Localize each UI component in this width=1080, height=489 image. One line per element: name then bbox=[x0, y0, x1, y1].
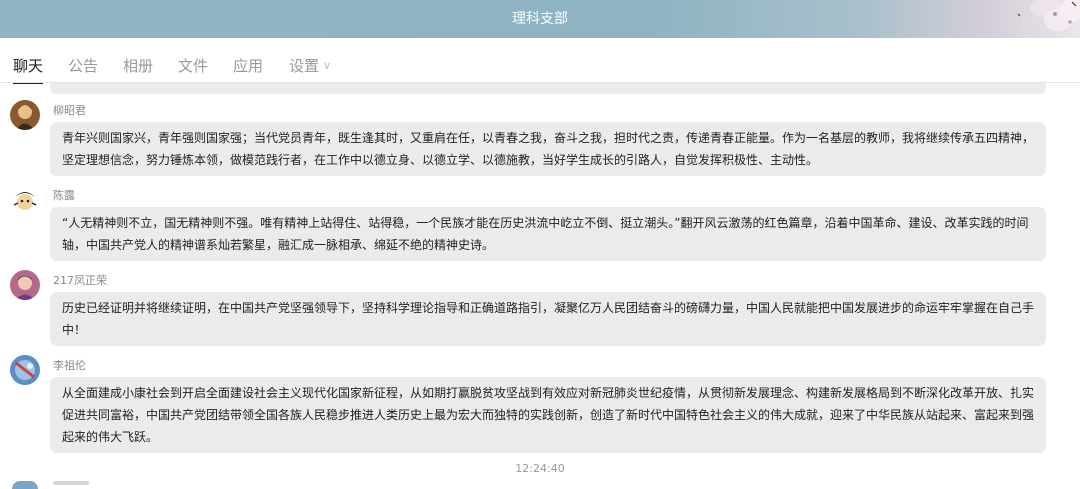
photo-avatar-icon bbox=[10, 270, 40, 300]
next-sender-avatar[interactable] bbox=[12, 481, 38, 489]
portrait-avatar-icon bbox=[10, 100, 40, 130]
title-bar: 理科支部 bbox=[0, 0, 1080, 38]
tab-announcements[interactable]: 公告 bbox=[68, 55, 98, 76]
tab-album[interactable]: 相册 bbox=[123, 55, 153, 76]
chat-message-list[interactable]: 柳昭君 青年兴则国家兴，青年强则国家强；当代党员青年，既生逢其时，又重肩在任，以… bbox=[0, 96, 1080, 489]
tab-settings-label: 设置 bbox=[289, 57, 320, 75]
sender-name[interactable]: 柳昭君 bbox=[53, 102, 86, 118]
cartoon-avatar-icon bbox=[10, 185, 40, 215]
sender-name[interactable]: 217凤正荣 bbox=[53, 272, 107, 288]
blue-red-avatar-icon bbox=[10, 355, 40, 385]
chevron-down-icon: ∨ bbox=[323, 59, 332, 72]
tab-files[interactable]: 文件 bbox=[178, 55, 208, 76]
sender-name[interactable]: 李祖伦 bbox=[53, 357, 86, 373]
message-bubble[interactable]: 从全面建成小康社会到开启全面建设社会主义现代化国家新征程，从如期打赢脱贫攻坚战到… bbox=[50, 377, 1046, 453]
sender-avatar[interactable] bbox=[10, 185, 40, 215]
message-bubble[interactable]: “人无精神则不立，国无精神则不强。唯有精神上站得住、站得稳，一个民族才能在历史洪… bbox=[50, 207, 1046, 261]
previous-message-bubble bbox=[50, 83, 1046, 94]
message-bubble[interactable]: 历史已经证明并将继续证明，在中国共产党坚强领导下，坚持科学理论指导和正确道路指引… bbox=[50, 292, 1046, 346]
next-sender-name bbox=[53, 481, 89, 485]
message-bubble[interactable]: 青年兴则国家兴，青年强则国家强；当代党员青年，既生逢其时，又重肩在任，以青春之我… bbox=[50, 122, 1046, 176]
message-timestamp: 12:24:40 bbox=[515, 462, 565, 475]
cherry-blossom-decoration bbox=[1017, 0, 1080, 31]
sender-avatar[interactable] bbox=[10, 355, 40, 385]
tab-settings[interactable]: 设置 ∨ bbox=[289, 55, 331, 76]
sender-avatar[interactable] bbox=[10, 100, 40, 130]
window-title: 理科支部 bbox=[512, 11, 568, 27]
sender-name[interactable]: 陈露 bbox=[53, 187, 75, 203]
tab-apps[interactable]: 应用 bbox=[233, 55, 263, 76]
tab-chat[interactable]: 聊天 bbox=[13, 55, 44, 84]
sender-avatar[interactable] bbox=[10, 270, 40, 300]
